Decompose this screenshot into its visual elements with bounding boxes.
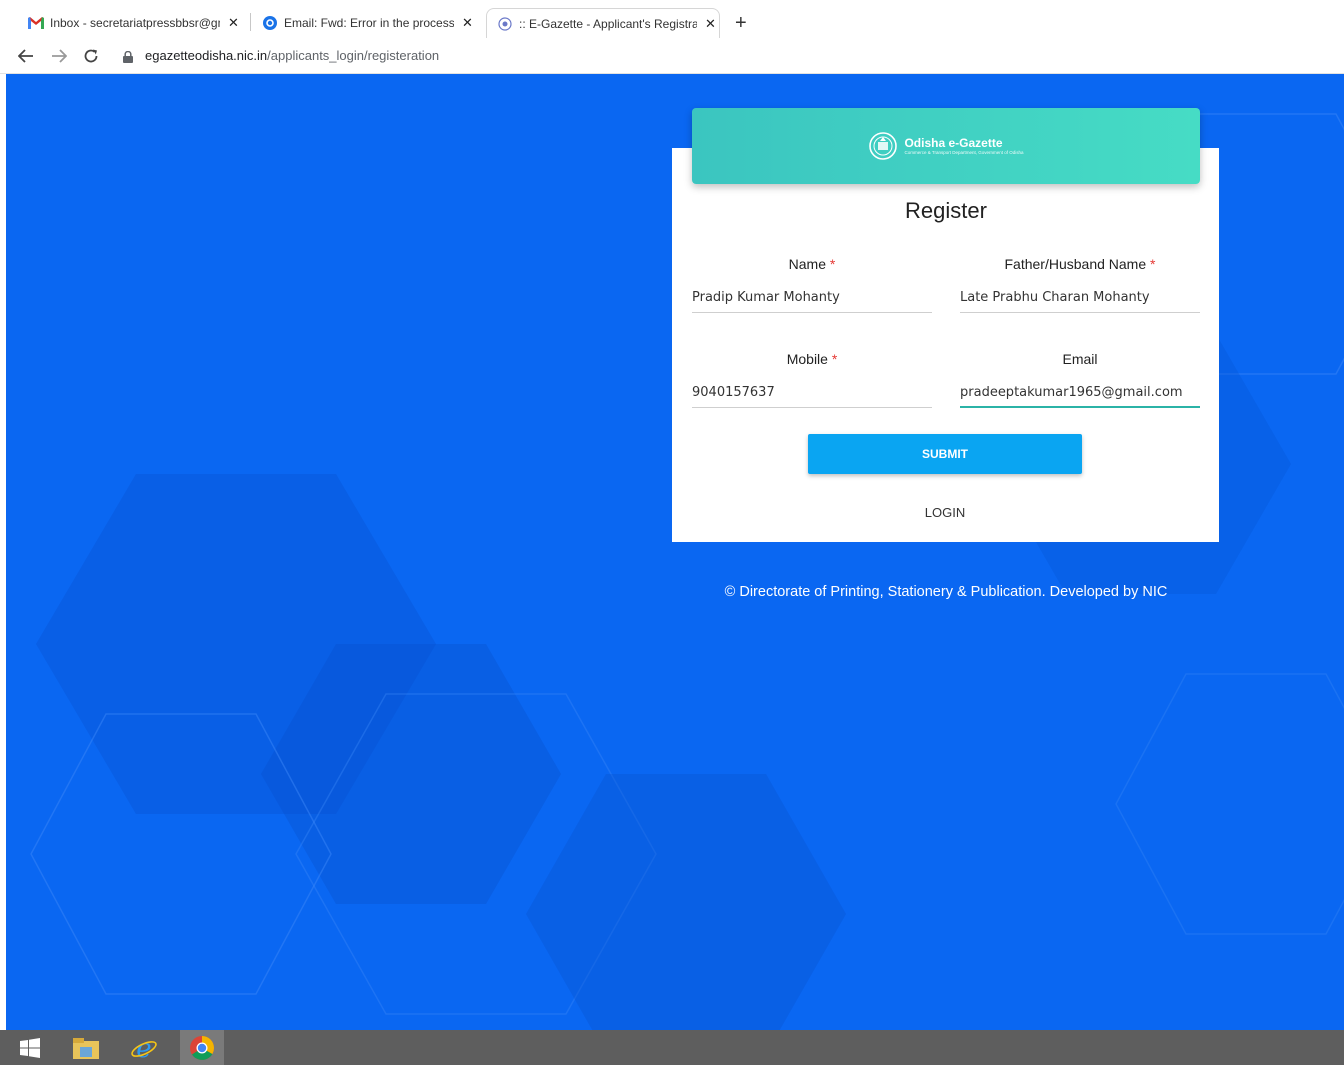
tab-email-fwd[interactable]: Email: Fwd: Error in the process c ✕ (262, 8, 477, 38)
internet-explorer-icon[interactable]: e (122, 1030, 166, 1065)
windows-start-icon[interactable] (8, 1030, 52, 1065)
required-mark: * (829, 256, 836, 272)
brand-subtitle: Commerce & Transport Department, Governm… (904, 149, 1024, 155)
gmail-icon (28, 15, 44, 31)
mobile-label: Mobile * (786, 351, 838, 367)
email-label: Email (1062, 351, 1098, 367)
close-tab-icon[interactable]: ✕ (228, 15, 239, 31)
odisha-emblem-logo (869, 132, 898, 160)
new-tab-button[interactable]: + (735, 13, 747, 33)
url-host: egazetteodisha.nic.in (145, 48, 268, 63)
back-arrow-icon[interactable] (14, 44, 38, 68)
email-field[interactable] (960, 378, 1200, 408)
close-tab-icon[interactable]: ✕ (705, 16, 716, 32)
url-path: /applicants_login/registeration (267, 48, 440, 63)
tab-gmail-inbox[interactable]: Inbox - secretariatpressbbsr@gm ✕ (28, 8, 250, 38)
required-mark: * (1150, 256, 1156, 272)
windows-taskbar: e (0, 1030, 1344, 1065)
name-field[interactable] (692, 283, 932, 313)
tab-title: Email: Fwd: Error in the process c (284, 16, 454, 30)
browser-toolbar: egazetteodisha.nic.in/applicants_login/r… (0, 38, 1344, 74)
brand-title: Odisha e-Gazette (904, 135, 1003, 150)
footer-copyright: © Directorate of Printing, Stationery & … (724, 584, 1168, 600)
reload-icon[interactable] (79, 44, 103, 68)
address-bar[interactable]: egazetteodisha.nic.in/applicants_login/r… (145, 48, 439, 63)
odisha-emblem-icon (497, 16, 513, 32)
submit-button[interactable]: SUBMIT (808, 434, 1082, 474)
forward-arrow-icon[interactable] (47, 44, 71, 68)
lock-icon[interactable] (123, 50, 133, 68)
tab-separator (250, 13, 251, 31)
required-mark: * (831, 351, 838, 367)
browser-tabstrip: Inbox - secretariatpressbbsr@gm ✕ Email:… (0, 0, 1344, 38)
chrome-icon[interactable] (180, 1030, 224, 1065)
brand-header: Odisha e-Gazette Commerce & Transport De… (692, 108, 1200, 184)
tab-title: :: E-Gazette - Applicant's Registra (519, 16, 697, 31)
father-name-label: Father/Husband Name * (1004, 256, 1156, 272)
file-explorer-icon[interactable] (64, 1030, 108, 1065)
name-label: Name * (788, 256, 836, 272)
mobile-field[interactable] (692, 378, 932, 408)
close-tab-icon[interactable]: ✕ (462, 15, 473, 31)
login-link[interactable]: LOGIN (808, 505, 1082, 520)
svg-text:e: e (136, 1034, 151, 1062)
father-name-field[interactable] (960, 283, 1200, 313)
tab-title: Inbox - secretariatpressbbsr@gm (50, 16, 220, 30)
tab-egazette-registration[interactable]: :: E-Gazette - Applicant's Registra ✕ (486, 8, 720, 38)
mail-at-icon (262, 15, 278, 31)
page-title: Register (905, 198, 987, 223)
